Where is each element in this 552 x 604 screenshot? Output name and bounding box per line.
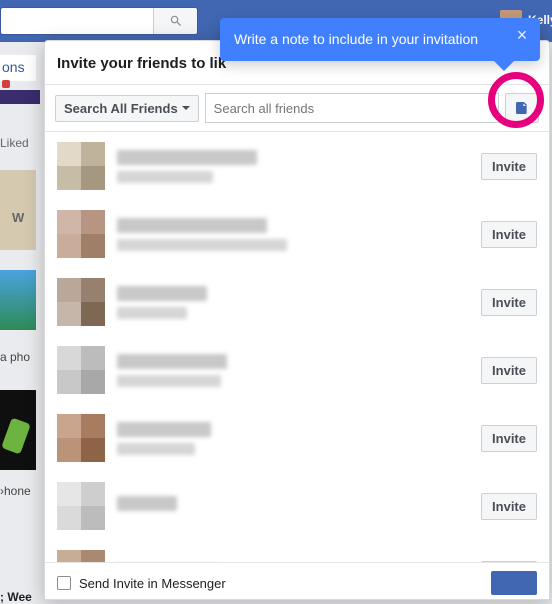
close-icon[interactable]: ×	[512, 26, 532, 46]
add-note-tooltip: Write a note to include in your invitati…	[220, 18, 540, 61]
send-in-messenger-checkbox[interactable]	[57, 576, 71, 590]
tooltip-arrow-icon	[494, 61, 514, 71]
search-icon	[169, 14, 183, 28]
friends-list: Invite Invite Invite Invite Invite Invite Invi…	[45, 132, 549, 562]
list-item: Invite	[45, 268, 549, 336]
avatar[interactable]	[57, 550, 105, 562]
notification-badge	[2, 80, 10, 88]
avatar[interactable]	[57, 142, 105, 190]
search-input[interactable]	[205, 93, 499, 123]
liked-label: Liked	[0, 136, 29, 150]
list-item: Invite	[45, 540, 549, 562]
invite-button[interactable]: Invite	[481, 493, 537, 520]
invite-button[interactable]: Invite	[481, 425, 537, 452]
list-item: Invite	[45, 132, 549, 200]
friend-name[interactable]	[117, 150, 469, 183]
invite-button[interactable]: Invite	[481, 153, 537, 180]
modal-footer: Send Invite in Messenger	[45, 562, 549, 599]
bg-tab: ons	[0, 55, 36, 81]
friend-name[interactable]	[117, 422, 469, 455]
dropdown-label: Search All Friends	[64, 101, 178, 116]
avatar[interactable]	[57, 278, 105, 326]
list-item: Invite	[45, 336, 549, 404]
list-item: Invite	[45, 200, 549, 268]
checkbox-label: Send Invite in Messenger	[79, 576, 226, 591]
global-search-button[interactable]	[153, 8, 197, 34]
invite-button[interactable]: Invite	[481, 221, 537, 248]
friend-name[interactable]	[117, 496, 469, 517]
invite-button[interactable]: Invite	[481, 357, 537, 384]
chevron-down-icon	[182, 106, 190, 114]
tooltip-text: Write a note to include in your invitati…	[234, 31, 478, 47]
add-note-button[interactable]	[505, 93, 539, 123]
friend-name[interactable]	[117, 218, 469, 251]
footer-primary-button[interactable]	[491, 571, 537, 595]
friend-name[interactable]	[117, 354, 469, 387]
invite-friends-modal: Invite your friends to lik Search All Fr…	[44, 40, 550, 600]
avatar[interactable]	[57, 482, 105, 530]
global-search[interactable]	[0, 7, 198, 35]
friend-filter-dropdown[interactable]: Search All Friends	[55, 95, 199, 122]
avatar[interactable]	[57, 210, 105, 258]
modal-toolbar: Search All Friends	[45, 85, 549, 132]
note-icon	[514, 100, 530, 116]
avatar[interactable]	[57, 346, 105, 394]
avatar[interactable]	[57, 414, 105, 462]
list-item: Invite	[45, 472, 549, 540]
list-item: Invite	[45, 404, 549, 472]
friend-name[interactable]	[117, 286, 469, 319]
invite-button[interactable]: Invite	[481, 289, 537, 316]
